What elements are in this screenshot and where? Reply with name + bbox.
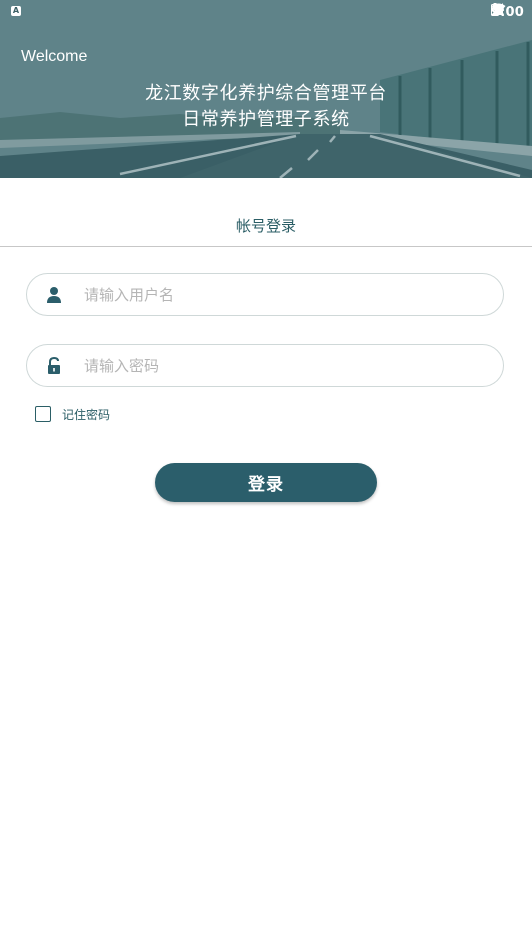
app-title: 龙江数字化养护综合管理平台 日常养护管理子系统 xyxy=(0,81,532,133)
remember-password-row[interactable]: 记住密码 xyxy=(35,405,110,423)
header-banner: A 9:00 Welcome 龙江数字化养护综合管理平台 日常养护管理子系统 xyxy=(0,0,532,178)
password-field[interactable] xyxy=(26,344,504,387)
welcome-text: Welcome xyxy=(21,48,88,65)
app-title-line2: 日常养护管理子系统 xyxy=(182,109,350,130)
tab-divider xyxy=(0,246,532,247)
tab-account-login[interactable]: 帐号登录 xyxy=(0,215,532,236)
login-button[interactable]: 登录 xyxy=(155,463,377,502)
login-tab-bar: 帐号登录 xyxy=(0,178,532,247)
battery-icon xyxy=(490,3,499,16)
status-bar-right: 9:00 xyxy=(490,3,524,21)
remember-password-label: 记住密码 xyxy=(62,407,111,422)
remember-password-checkbox[interactable] xyxy=(35,406,51,422)
username-input[interactable] xyxy=(84,274,484,315)
username-field[interactable] xyxy=(26,273,504,316)
lock-icon xyxy=(48,357,60,374)
app-notification-icon: A xyxy=(11,6,21,16)
app-title-line1: 龙江数字化养护综合管理平台 xyxy=(145,83,387,104)
status-bar: A 9:00 xyxy=(0,0,532,24)
user-icon xyxy=(47,287,61,303)
password-input[interactable] xyxy=(84,345,484,386)
